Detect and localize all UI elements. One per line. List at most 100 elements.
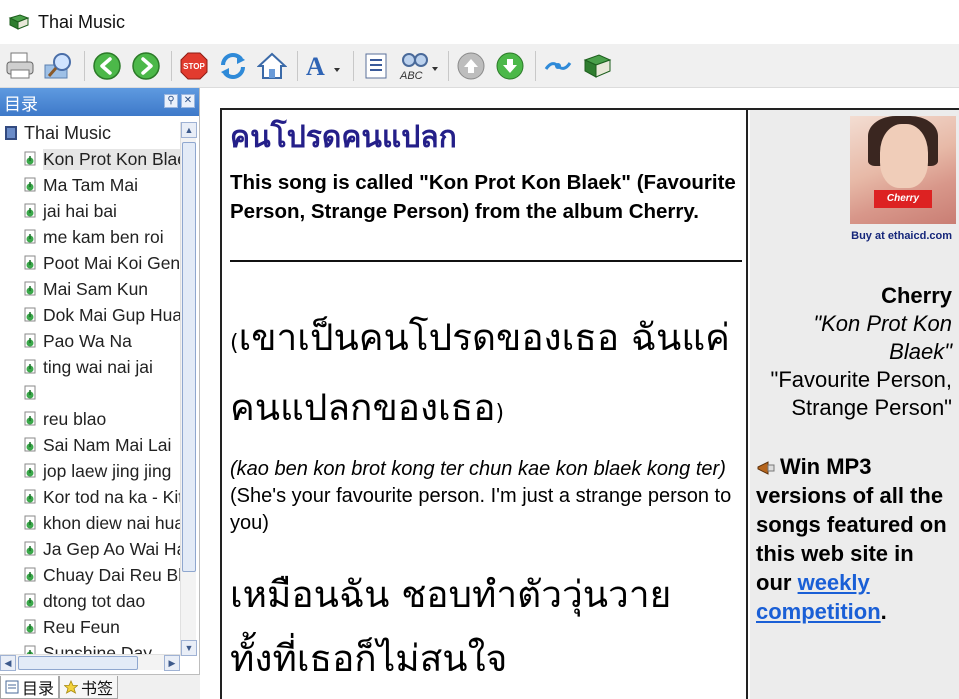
- tree-item[interactable]: Reu Feun: [0, 614, 180, 640]
- book-button[interactable]: [579, 48, 615, 84]
- app-window: Thai Music STOP A ABC 目录 ⚲ ✕ Thai Music …: [0, 0, 959, 699]
- tree-item[interactable]: ting wai nai jai: [0, 354, 180, 380]
- page-icon: [24, 359, 36, 374]
- scroll-thumb[interactable]: [182, 142, 196, 572]
- tree-item[interactable]: me kam ben roi: [0, 224, 180, 250]
- page-icon: [24, 203, 36, 218]
- close-icon[interactable]: ✕: [181, 94, 195, 108]
- book-icon: [8, 14, 30, 30]
- tree-item-label: reu blao: [43, 408, 107, 429]
- tab-contents[interactable]: 目录: [0, 676, 60, 699]
- tree-vertical-scrollbar[interactable]: ▲ ▼: [180, 122, 197, 656]
- tree-item-label: Dok Mai Gup Hua Jai: [43, 304, 180, 325]
- stop-button[interactable]: STOP: [176, 48, 212, 84]
- scroll-thumb[interactable]: [18, 656, 138, 670]
- toolbar: STOP A ABC: [0, 44, 959, 88]
- toolbar-separator: [353, 50, 354, 81]
- pin-icon[interactable]: ⚲: [164, 94, 178, 108]
- tree-item[interactable]: Kor tod na ka - Kitty: [0, 484, 180, 510]
- tree-item[interactable]: khon diew nai hua jai: [0, 510, 180, 536]
- refresh-button[interactable]: [215, 48, 251, 84]
- verse-romanized: (kao ben kon brot kong ter chun kae kon …: [230, 458, 726, 480]
- star-icon: [64, 680, 79, 694]
- tree-item[interactable]: Ja Gep Ao Wai Hai: [0, 536, 180, 562]
- page-icon: [24, 307, 36, 322]
- toolbar-separator: [84, 50, 85, 81]
- song-intro: This song is called "Kon Prot Kon Blaek"…: [230, 171, 736, 223]
- page-icon: [24, 489, 36, 504]
- toolbar-separator: [535, 50, 536, 81]
- svg-text:ABC: ABC: [399, 70, 423, 81]
- options-button[interactable]: [358, 48, 394, 84]
- scroll-down-arrow[interactable]: ▼: [181, 640, 197, 656]
- tree-item-label: khon diew nai hua jai: [43, 512, 180, 533]
- tree-item[interactable]: jai hai bai: [0, 198, 180, 224]
- tree-item[interactable]: [0, 380, 180, 406]
- refresh-icon: [221, 52, 245, 79]
- page-icon: [24, 463, 36, 478]
- scroll-left-arrow[interactable]: ◀: [0, 655, 16, 671]
- scroll-up-arrow[interactable]: ▲: [181, 122, 197, 138]
- tree-item[interactable]: Dok Mai Gup Hua Jai: [0, 302, 180, 328]
- search-icon: [44, 52, 71, 78]
- forward-button[interactable]: [128, 48, 164, 84]
- next-topic-button[interactable]: [492, 48, 528, 84]
- tree-item-label: Poot Mai Koi Geng: [43, 252, 180, 273]
- contents-pane-title: 目录: [4, 94, 38, 114]
- contents-pane-header: 目录 ⚲ ✕: [0, 88, 199, 116]
- tree-item[interactable]: Poot Mai Koi Geng: [0, 250, 180, 276]
- verse-thai-2: เหมือนฉัน ชอบทำตัววุ่นวาย: [230, 573, 672, 616]
- tree-item-label: jop laew jing jing: [43, 460, 172, 481]
- album-cover-logo: Cherry: [874, 190, 932, 208]
- home-icon: [257, 52, 287, 79]
- back-button[interactable]: [89, 48, 125, 84]
- tree-item-label: jai hai bai: [43, 200, 117, 221]
- tree-item[interactable]: reu blao: [0, 406, 180, 432]
- window-title: Thai Music: [38, 11, 126, 32]
- page-icon: [24, 255, 36, 270]
- tree-item[interactable]: Chuay Dai Reu Blao: [0, 562, 180, 588]
- scroll-right-arrow[interactable]: ▶: [164, 655, 180, 671]
- tree-item-label: dtong tot dao: [43, 590, 146, 611]
- tree-item[interactable]: Mai Sam Kun: [0, 276, 180, 302]
- svg-text:STOP: STOP: [183, 62, 205, 71]
- tree-item-label: ting wai nai jai: [43, 356, 153, 377]
- album-cover-image[interactable]: Cherry: [850, 116, 956, 224]
- pane-tabs: 目录 书签: [0, 674, 200, 699]
- toolbar-separator: [171, 50, 172, 81]
- toolbar-separator: [448, 50, 449, 81]
- album-cover-face: [880, 124, 928, 188]
- page-icon: [24, 411, 36, 426]
- home-button[interactable]: [254, 48, 290, 84]
- album-song-english: "Favourite Person, Strange Person": [770, 367, 952, 420]
- lyrics-column: คนโปรดคนแปลก This song is called "Kon Pr…: [222, 110, 748, 699]
- page-icon: [24, 593, 36, 608]
- find-button[interactable]: [41, 48, 77, 84]
- album-song: "Kon Prot Kon Blaek": [813, 311, 952, 364]
- tree-item[interactable]: Ma Tam Mai: [0, 172, 180, 198]
- forward-icon: [132, 51, 160, 80]
- contents-icon: [5, 680, 19, 694]
- tree-item[interactable]: jop laew jing jing: [0, 458, 180, 484]
- print-button[interactable]: [2, 48, 38, 84]
- sync-button[interactable]: [540, 48, 576, 84]
- spellcheck-button[interactable]: ABC: [397, 48, 441, 84]
- content-pane: คนโปรดคนแปลก This song is called "Kon Pr…: [204, 88, 959, 699]
- prev-topic-button[interactable]: [453, 48, 489, 84]
- tree-item[interactable]: Pao Wa Na: [0, 328, 180, 354]
- tree-root[interactable]: Thai Music: [0, 120, 180, 146]
- buy-link[interactable]: Buy at ethaicd.com: [756, 230, 952, 242]
- tree-item[interactable]: Kon Prot Kon Blaek: [0, 146, 180, 172]
- tree-horizontal-scrollbar[interactable]: ◀ ▶: [0, 654, 180, 671]
- open-paren: (: [230, 331, 239, 356]
- tree-item[interactable]: dtong tot dao: [0, 588, 180, 614]
- tree-item-label: Mai Sam Kun: [43, 278, 149, 299]
- font-button[interactable]: A: [302, 48, 346, 84]
- song-title: คนโปรดคนแปลก: [230, 120, 457, 155]
- page-icon: [24, 177, 36, 192]
- tab-bookmarks[interactable]: 书签: [59, 676, 119, 699]
- tree-item[interactable]: Sai Nam Mai Lai: [0, 432, 180, 458]
- tree-item-label: Ja Gep Ao Wai Hai: [43, 538, 180, 559]
- spell-icon: ABC: [399, 52, 438, 81]
- book-icon: [583, 53, 612, 78]
